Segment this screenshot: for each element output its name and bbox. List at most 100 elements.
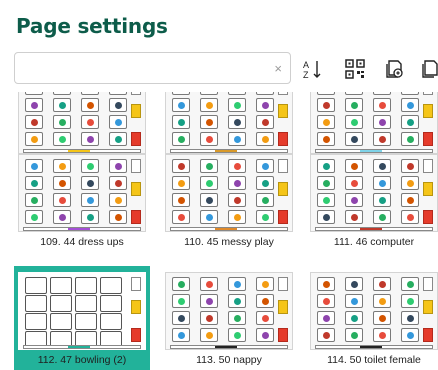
symbol-cell xyxy=(373,92,391,95)
symbol-icon xyxy=(351,102,358,109)
symbol-cell xyxy=(53,193,71,207)
symbol-cell xyxy=(256,98,274,112)
symbol-cell xyxy=(25,92,43,95)
clear-search-icon[interactable]: × xyxy=(274,61,282,76)
symbol-icon xyxy=(407,197,414,204)
search-input[interactable] xyxy=(23,54,263,82)
qr-code-icon[interactable] xyxy=(344,58,366,80)
symbol-icon xyxy=(59,119,66,126)
symbol-icon xyxy=(262,197,269,204)
page-footer-bar xyxy=(315,227,433,231)
symbol-icon xyxy=(115,136,122,143)
symbol-cell xyxy=(25,193,43,207)
symbol-cell xyxy=(228,92,246,95)
empty-symbol-cell xyxy=(75,277,97,294)
svg-text:Z: Z xyxy=(303,70,309,80)
symbol-cell xyxy=(345,92,363,95)
symbol-icon xyxy=(323,332,330,339)
page-import-icon[interactable] xyxy=(420,58,438,80)
symbol-icon xyxy=(379,102,386,109)
symbol-cell xyxy=(200,176,218,190)
empty-symbol-cell xyxy=(25,277,47,294)
symbol-icon xyxy=(115,214,122,221)
symbol-icon xyxy=(234,136,241,143)
symbol-cell xyxy=(373,193,391,207)
symbol-icon xyxy=(206,136,213,143)
symbol-cell xyxy=(345,159,363,173)
symbol-icon xyxy=(351,136,358,143)
symbol-cell xyxy=(200,98,218,112)
page-card-label: 111. 46 computer xyxy=(333,236,415,248)
empty-symbol-cell xyxy=(100,313,122,330)
symbol-icon xyxy=(31,197,38,204)
symbol-cell xyxy=(401,115,419,129)
page-footer-bar xyxy=(315,345,433,349)
page-thumbnail xyxy=(310,154,438,232)
symbol-cell xyxy=(256,294,274,308)
page-thumbnail xyxy=(165,92,293,154)
copy-page-icon[interactable] xyxy=(384,58,406,80)
page-card-label: 110. 45 messy play xyxy=(184,236,274,248)
symbol-icon xyxy=(234,298,241,305)
sort-az-icon[interactable]: AZ xyxy=(302,58,324,80)
page-thumbnail xyxy=(18,92,146,154)
symbol-icon xyxy=(262,281,269,288)
symbol-cell xyxy=(228,115,246,129)
star-button-icon xyxy=(423,300,433,314)
symbol-icon xyxy=(206,281,213,288)
symbol-cell xyxy=(228,294,246,308)
symbol-cell xyxy=(172,176,190,190)
symbol-icon xyxy=(206,332,213,339)
symbol-cell xyxy=(256,176,274,190)
symbol-cell xyxy=(317,311,335,325)
symbol-cell xyxy=(228,98,246,112)
symbol-cell xyxy=(109,193,127,207)
empty-symbol-cell xyxy=(100,277,122,294)
star-button-icon xyxy=(278,300,288,314)
symbol-icon xyxy=(379,119,386,126)
symbol-cell xyxy=(373,159,391,173)
symbol-icon xyxy=(379,136,386,143)
symbol-icon xyxy=(206,163,213,170)
symbol-icon xyxy=(323,163,330,170)
symbol-cell xyxy=(200,294,218,308)
page-thumbnail xyxy=(18,154,146,232)
symbol-icon xyxy=(407,214,414,221)
clear-button-icon xyxy=(423,328,433,342)
symbol-cell xyxy=(228,132,246,146)
symbol-cell xyxy=(200,328,218,342)
symbol-cell xyxy=(228,193,246,207)
symbol-icon xyxy=(262,180,269,187)
page-color-tag xyxy=(215,346,237,348)
symbol-cell xyxy=(81,159,99,173)
symbol-icon xyxy=(351,119,358,126)
symbol-icon xyxy=(351,298,358,305)
symbol-icon xyxy=(178,119,185,126)
symbol-icon xyxy=(31,136,38,143)
symbol-cell xyxy=(317,210,335,224)
symbol-cell xyxy=(373,277,391,291)
symbol-icon xyxy=(323,214,330,221)
symbol-cell xyxy=(228,328,246,342)
page-color-tag xyxy=(68,346,90,348)
symbol-icon xyxy=(262,214,269,221)
search-box[interactable]: × xyxy=(14,52,291,84)
page-thumbnail xyxy=(18,272,146,350)
symbol-icon xyxy=(323,197,330,204)
symbol-cell xyxy=(109,132,127,146)
symbol-cell xyxy=(401,311,419,325)
symbol-icon xyxy=(407,102,414,109)
symbol-cell xyxy=(373,210,391,224)
symbol-cell xyxy=(172,277,190,291)
page-color-tag xyxy=(68,228,90,230)
symbol-icon xyxy=(87,119,94,126)
symbol-cell xyxy=(53,92,71,95)
symbol-cell xyxy=(25,132,43,146)
page-side-cell xyxy=(131,92,141,95)
symbol-icon xyxy=(351,180,358,187)
symbol-cell xyxy=(109,115,127,129)
symbol-icon xyxy=(323,281,330,288)
symbol-cell xyxy=(317,277,335,291)
symbol-cell xyxy=(53,98,71,112)
clear-button-icon xyxy=(131,210,141,224)
